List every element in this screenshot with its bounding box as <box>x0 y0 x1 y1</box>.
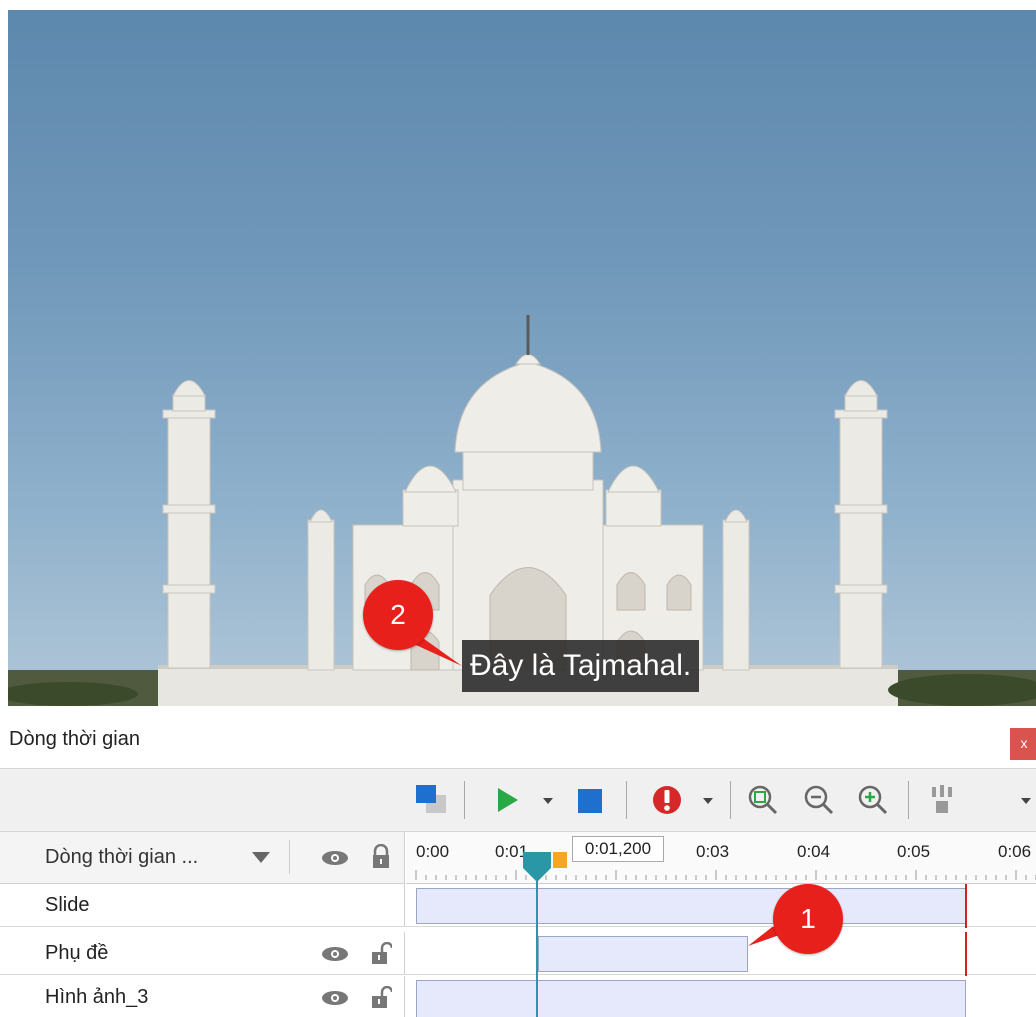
lock-icon[interactable] <box>370 844 392 870</box>
tick-label: 0:00 <box>416 842 450 861</box>
timeline-toolbar <box>0 768 1036 832</box>
ruler-ticks <box>415 870 1036 880</box>
timeline-row-slide[interactable]: Slide <box>0 884 1036 927</box>
more-dropdown-icon[interactable] <box>1018 783 1034 817</box>
close-button[interactable]: x <box>1010 728 1036 760</box>
zoom-in-icon[interactable] <box>856 783 890 817</box>
toolbar-separator <box>464 781 465 819</box>
zoom-out-icon[interactable] <box>802 783 836 817</box>
panel-title: Dòng thời gian <box>9 728 140 750</box>
toolbar-separator <box>730 781 731 819</box>
layer-icon[interactable] <box>414 783 450 817</box>
record-icon[interactable] <box>650 783 684 817</box>
eye-icon[interactable] <box>320 847 350 869</box>
subtitle-bar[interactable] <box>538 936 748 972</box>
taj-mahal-image <box>8 315 1036 706</box>
header-separator <box>289 840 290 874</box>
toolbar-separator <box>626 781 627 819</box>
eye-icon[interactable] <box>320 944 350 964</box>
timeline-panel-header: Dòng thời gian <box>0 712 1036 768</box>
tick-label: 0:03 <box>696 842 730 861</box>
callout-2[interactable]: 2 <box>363 580 433 650</box>
timeline-header-left: Dòng thời gian ... <box>0 832 405 884</box>
record-dropdown-icon[interactable] <box>700 783 716 817</box>
slide-preview <box>8 10 1036 706</box>
timeline-row-subtitle[interactable]: Phụ đề <box>0 932 1036 975</box>
subtitle-caption[interactable]: Đây là Tajmahal. <box>462 640 700 692</box>
row-label: Slide <box>45 894 90 916</box>
stop-icon[interactable] <box>574 783 604 817</box>
zoom-fit-icon[interactable] <box>746 783 780 817</box>
chevron-down-icon[interactable] <box>252 852 270 863</box>
row-label: Hình ảnh_3 <box>45 986 149 1008</box>
toolbar-separator <box>908 781 909 819</box>
slide-bar[interactable] <box>416 888 966 924</box>
image-bar[interactable] <box>416 980 966 1017</box>
unlock-icon[interactable] <box>370 942 392 966</box>
end-marker <box>965 884 967 928</box>
eye-icon[interactable] <box>320 988 350 1008</box>
end-marker <box>965 932 967 976</box>
playhead-line[interactable] <box>536 868 538 1017</box>
play-dropdown-icon[interactable] <box>540 783 556 817</box>
tick-label: 0:05 <box>897 842 931 861</box>
timeline-row-image[interactable]: Hình ảnh_3 <box>0 976 1036 1017</box>
current-time-display: 0:01,200 <box>572 836 664 862</box>
playhead-handle[interactable] <box>521 852 569 884</box>
callout-1[interactable]: 1 <box>773 884 843 954</box>
align-icon[interactable] <box>926 783 960 817</box>
tick-label: 0:06 <box>998 842 1032 861</box>
timeline-column-title: Dòng thời gian ... <box>45 846 199 868</box>
tick-label: 0:04 <box>797 842 831 861</box>
unlock-icon[interactable] <box>370 986 392 1010</box>
play-icon[interactable] <box>492 783 522 817</box>
row-label: Phụ đề <box>45 942 109 964</box>
